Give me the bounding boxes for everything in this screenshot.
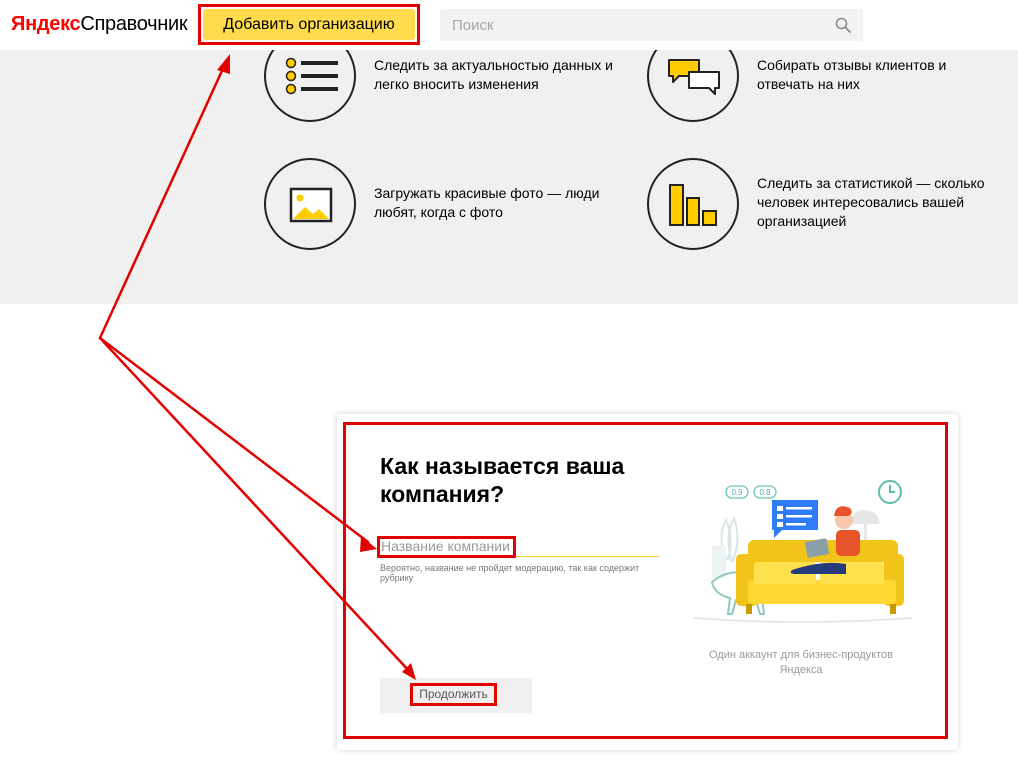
search-input[interactable] <box>440 9 820 41</box>
continue-button[interactable] <box>380 678 532 713</box>
feature-circle <box>264 158 356 250</box>
company-name-input[interactable] <box>380 536 660 557</box>
features-section: Следить за актуальностью данных и легко … <box>0 30 1018 304</box>
add-organization-button[interactable]: Добавить организацию <box>203 9 415 40</box>
feature-text: Загружать красивые фото — люди любят, ко… <box>374 185 600 220</box>
caption: Один аккаунт для бизнес-продуктов Яндекс… <box>708 649 894 676</box>
search-icon[interactable] <box>835 17 851 33</box>
illustration-badge: 0.9 <box>731 488 743 497</box>
logo[interactable]: ЯндексСправочник <box>11 12 188 36</box>
feature-text: Собирать отзывы клиентов и отвечать на н… <box>757 57 947 92</box>
illustration: 0.9 0.8 <box>693 480 913 623</box>
logo-brand: Яндекс <box>11 13 81 35</box>
bar-chart-icon <box>669 184 717 226</box>
moderation-hint: Вероятно, название не пройдет модерацию,… <box>380 563 640 583</box>
illustration-badge: 0.8 <box>759 488 771 497</box>
card-title: Как называется ваша компания? <box>380 453 625 507</box>
header: ЯндексСправочник Добавить организацию <box>0 0 1018 50</box>
logo-product: Справочник <box>80 13 188 35</box>
feature-circle <box>647 158 739 250</box>
feature-text: Следить за статистикой — сколько человек… <box>757 175 985 229</box>
search-box <box>440 9 863 41</box>
photo-icon <box>289 187 333 223</box>
feature-text: Следить за актуальностью данных и легко … <box>374 57 613 92</box>
